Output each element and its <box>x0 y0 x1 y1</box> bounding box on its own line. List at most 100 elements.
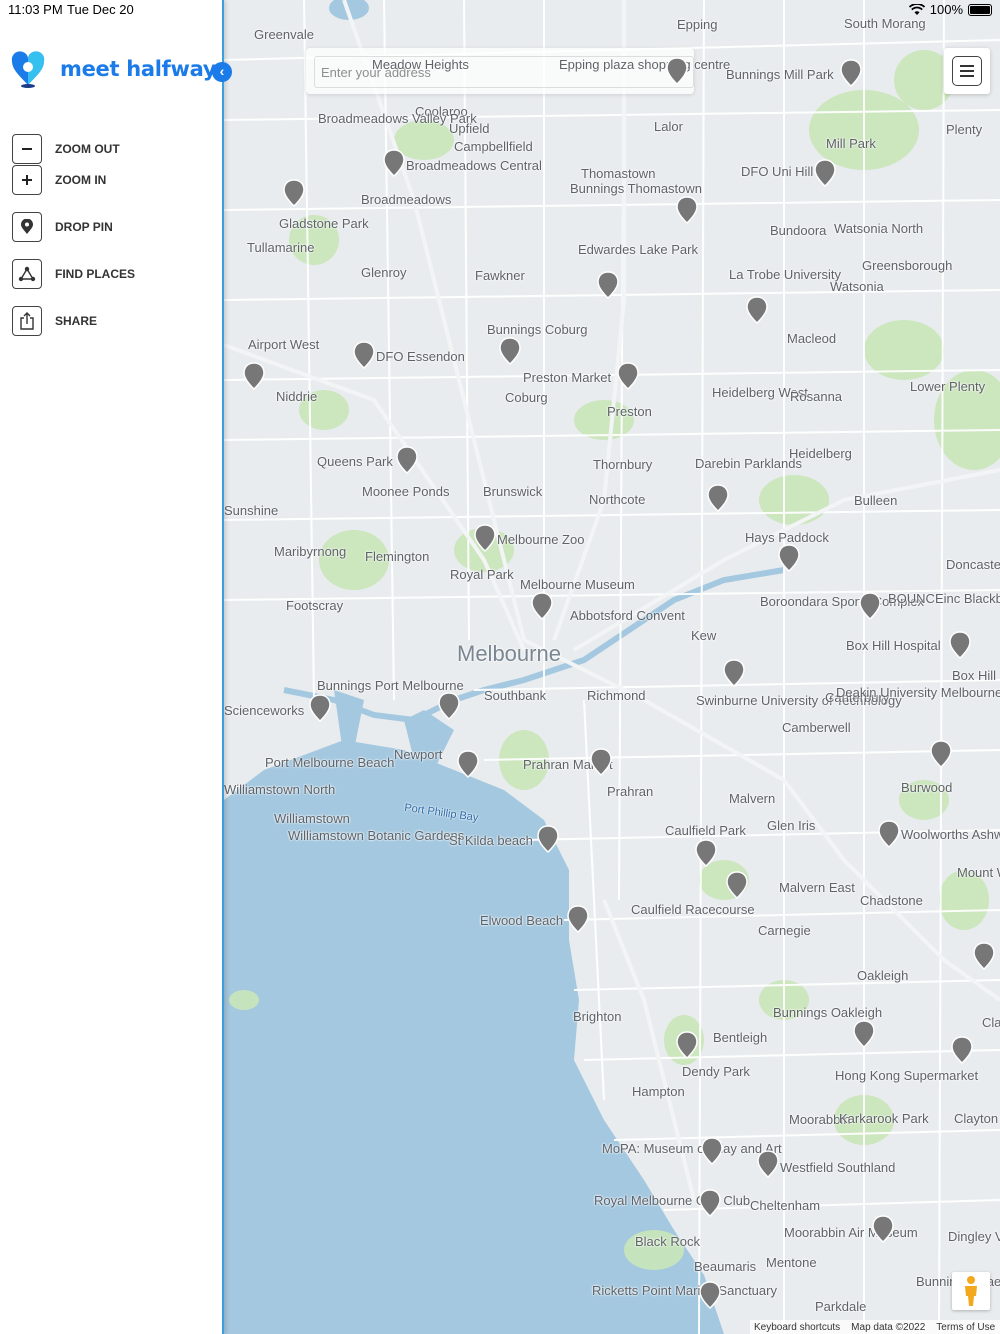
map-place-label: Royal Melbourne Golf Club <box>594 1193 751 1208</box>
map-place-label: DFO Uni Hill <box>741 164 814 179</box>
map-place-label: Box Hill Hospital <box>846 638 941 653</box>
wifi-icon <box>908 3 925 15</box>
map-place-label: Bentleigh <box>713 1030 768 1045</box>
collapse-sidebar-button[interactable]: ‹ <box>212 62 232 82</box>
map-place-label: Newport <box>394 747 443 762</box>
zoom-in-button[interactable]: ZOOM IN <box>12 165 106 195</box>
status-right: 100% <box>908 2 992 17</box>
map-place-label: Mill Park <box>826 136 876 151</box>
map-view[interactable]: Melbourne Port Phillip Bay GreenvaleEppi… <box>224 0 1000 1334</box>
map-place-label: Bunnings Coburg <box>487 322 588 337</box>
find-places-label: FIND PLACES <box>55 267 136 281</box>
share-icon <box>12 306 42 336</box>
status-bar: 11:03 PM Tue Dec 20 100% <box>0 0 1000 20</box>
map-place-label: Hays Paddock <box>745 530 829 545</box>
zoom-out-button[interactable]: ZOOM OUT <box>12 134 120 164</box>
plus-icon <box>12 165 42 195</box>
map-footer: Keyboard shortcuts Map data ©2022 Terms … <box>750 1320 1000 1334</box>
map-place-label: Bunnings Mill Park <box>726 67 834 82</box>
map-place-label: Lalor <box>654 119 683 134</box>
find-places-button[interactable]: FIND PLACES <box>12 259 135 289</box>
status-time: 11:03 PM <box>8 2 63 17</box>
map-place-label: Clayton South <box>954 1111 1000 1126</box>
map-place-label: Broadmeadows <box>361 192 452 207</box>
map-place-label: Clayton <box>982 1015 1000 1030</box>
map-place-label: Brunswick <box>483 484 543 499</box>
menu-button[interactable] <box>944 48 990 94</box>
map-place-label: Watsonia <box>830 279 884 294</box>
map-place-label: Macleod <box>787 331 837 346</box>
map-place-label: Moorabbin Air Museum <box>784 1225 918 1240</box>
map-place-label: Moonee Ponds <box>362 484 450 499</box>
map-place-label: Karkarook Park <box>839 1111 929 1126</box>
sidebar: meet halfway ZOOM OUT ZOOM IN DROP PIN F… <box>0 0 224 1334</box>
zoom-out-label: ZOOM OUT <box>55 142 120 156</box>
minus-icon <box>12 134 42 164</box>
map-place-label: Watsonia North <box>834 221 924 236</box>
map-place-label: DFO Essendon <box>376 349 465 364</box>
pegman-icon <box>965 1276 977 1306</box>
map-place-label: Caulfield Park <box>665 823 746 838</box>
map-place-label: Coburg <box>505 390 548 405</box>
chevron-left-icon: ‹ <box>219 63 225 79</box>
map-data-text: Map data ©2022 <box>851 1321 926 1333</box>
app-name: meet halfway <box>60 57 217 81</box>
map-place-label: Maribyrnong <box>274 544 347 559</box>
map-place-label: Preston Market <box>523 370 612 385</box>
map-place-label: Royal Park <box>450 567 514 582</box>
map-place-label: Footscray <box>286 598 344 613</box>
zoom-in-label: ZOOM IN <box>55 173 107 187</box>
status-date: Tue Dec 20 <box>67 2 134 17</box>
map-place-label: Williamstown Botanic Gardens <box>288 828 465 843</box>
street-view-button[interactable] <box>952 1272 990 1310</box>
map-place-label: Rosanna <box>790 389 843 404</box>
map-place-label: Thomastown <box>581 166 656 181</box>
map-place-label: Melbourne Museum <box>520 577 635 592</box>
map-place-label: Niddrie <box>276 389 318 404</box>
keyboard-shortcuts-link[interactable]: Keyboard shortcuts <box>754 1322 840 1333</box>
map-place-label: Parkdale <box>815 1299 867 1314</box>
map-place-label: Bunnings Thomastown <box>570 181 703 196</box>
battery-icon <box>968 3 992 16</box>
hamburger-icon <box>952 56 982 86</box>
map-place-label: Broadmeadows Central <box>406 158 542 173</box>
map-place-label: Burwood <box>901 780 953 795</box>
map-place-label: Westfield Southland <box>780 1160 896 1175</box>
map-place-label: Caulfield Racecourse <box>631 902 755 917</box>
map-place-label: Plenty <box>946 122 983 137</box>
map-place-label: Heidelberg <box>789 446 852 461</box>
map-place-label: Black Rock <box>635 1234 701 1249</box>
map-place-label: Oakleigh <box>857 968 909 983</box>
map-place-label: Chadstone <box>860 893 923 908</box>
map-place-label: Tullamarine <box>247 240 315 255</box>
map-place-label: Lower Plenty <box>910 379 986 394</box>
map-place-label: Prahran Market <box>523 757 613 772</box>
map-place-label: Campbellfield <box>454 139 533 154</box>
map-place-label: BOUNCEinc Blackburn <box>888 591 1000 606</box>
map-place-label: Flemington <box>365 549 430 564</box>
map-place-label: Dingley Village <box>948 1229 1000 1244</box>
map-place-label: Northcote <box>589 492 646 507</box>
map-place-label: Malvern East <box>779 880 855 895</box>
drop-pin-label: DROP PIN <box>55 220 113 234</box>
map-place-label: Ricketts Point Marine Sanctuary <box>592 1283 777 1298</box>
map-place-label: MoPA: Museum of Play and Art <box>602 1141 782 1156</box>
map-place-label: Mount Waverley <box>957 865 1000 880</box>
map-place-label: Richmond <box>587 688 646 703</box>
map-pin-icon <box>12 212 42 242</box>
share-button[interactable]: SHARE <box>12 306 97 336</box>
map-place-label: Hong Kong Supermarket <box>835 1068 979 1083</box>
map-place-label: Cheltenham <box>750 1198 821 1213</box>
map-base <box>224 0 1000 1334</box>
map-place-label: Glen Iris <box>767 818 816 833</box>
map-place-label: Mentone <box>766 1255 817 1270</box>
map-place-label: Bulleen <box>854 493 898 508</box>
map-place-label: Airport West <box>248 337 320 352</box>
terms-link[interactable]: Terms of Use <box>936 1322 995 1333</box>
map-place-label: Thornbury <box>593 457 653 472</box>
map-place-label: Fawkner <box>475 268 525 283</box>
map-place-label: Box Hill <box>952 668 997 683</box>
map-place-label: Southbank <box>484 688 547 703</box>
map-place-label: Elwood Beach <box>480 913 564 928</box>
drop-pin-button[interactable]: DROP PIN <box>12 212 113 242</box>
